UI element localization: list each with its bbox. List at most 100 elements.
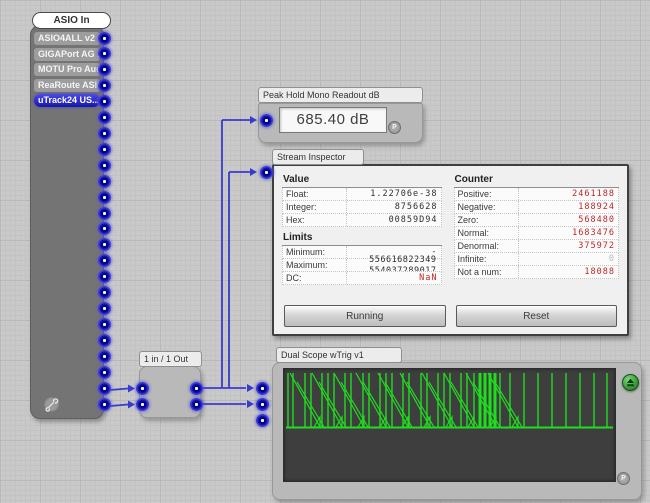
scope-input-port[interactable] xyxy=(256,382,269,395)
asio-output-port[interactable] xyxy=(98,63,111,76)
peak-readout-input-port[interactable] xyxy=(260,114,273,127)
value-row: Float:1.22706e-38 xyxy=(282,188,442,201)
splitter-input-port[interactable] xyxy=(136,382,149,395)
splitter-output-port[interactable] xyxy=(190,382,203,395)
limits-row-value: NaN xyxy=(347,272,438,284)
asio-output-port[interactable] xyxy=(98,207,111,220)
dual-scope-title[interactable]: Dual Scope wTrig v1 xyxy=(276,347,402,363)
inspector-left-column: Value Float:1.22706e-38Integer:8756628He… xyxy=(282,173,442,285)
eject-icon xyxy=(623,375,638,390)
asio-output-port[interactable] xyxy=(98,318,111,331)
asio-device-item[interactable]: ReaRoute ASIO xyxy=(34,79,100,92)
asio-output-port[interactable] xyxy=(98,334,111,347)
splitter-title[interactable]: 1 in / 1 Out xyxy=(139,351,202,367)
value-row-value: 8756628 xyxy=(347,201,438,213)
counter-row: Positive:2461188 xyxy=(454,188,619,201)
asio-in-module[interactable]: ASIO4ALL v2 GIGAPort AG ... MOTU Pro Audio… xyxy=(30,25,104,419)
trigger-indicator-icon[interactable] xyxy=(622,374,639,391)
asio-output-port[interactable] xyxy=(98,398,111,411)
counter-row-label: Negative: xyxy=(458,201,519,213)
counter-row-value: 0 xyxy=(519,253,615,265)
counter-row-label: Positive: xyxy=(458,188,519,200)
scope-params-badge[interactable]: P xyxy=(617,472,630,485)
asio-device-item[interactable]: GIGAPort AG ... xyxy=(34,48,100,61)
counter-row: Normal:1683476 xyxy=(454,227,619,240)
counter-row-value: 568480 xyxy=(519,214,615,226)
scope-display xyxy=(283,368,616,482)
asio-output-port[interactable] xyxy=(98,366,111,379)
asio-output-port[interactable] xyxy=(98,175,111,188)
value-row-label: Hex: xyxy=(286,214,347,226)
counter-row: Denormal:375972 xyxy=(454,240,619,253)
asio-output-port[interactable] xyxy=(98,270,111,283)
limits-section-header: Limits xyxy=(282,231,442,246)
running-button[interactable]: Running xyxy=(284,305,446,327)
asio-in-title[interactable]: ASIO In xyxy=(32,12,111,29)
counter-row-value: 2461188 xyxy=(519,188,615,200)
asio-output-port[interactable] xyxy=(98,143,111,156)
wrench-glyph xyxy=(44,397,59,412)
peak-readout-title[interactable]: Peak Hold Mono Readout dB xyxy=(258,87,423,103)
counter-row-value: 1683476 xyxy=(519,227,615,239)
counter-row-label: Denormal: xyxy=(458,240,519,252)
stream-inspector-title[interactable]: Stream Inspector xyxy=(272,149,364,165)
value-row: Integer:8756628 xyxy=(282,201,442,214)
scope-input-port[interactable] xyxy=(256,398,269,411)
asio-output-port[interactable] xyxy=(98,79,111,92)
stream-inspector-input-port[interactable] xyxy=(260,166,273,179)
counter-row-label: Not a num: xyxy=(458,266,519,278)
counter-row: Infinite:0 xyxy=(454,253,619,266)
splitter-input-port[interactable] xyxy=(136,398,149,411)
counter-row-value: 18088 xyxy=(519,266,615,278)
limits-row: DC:NaN xyxy=(282,272,442,285)
limits-row: Minimum:-556616822349 xyxy=(282,246,442,259)
asio-device-item[interactable]: ASIO4ALL v2 xyxy=(34,32,100,45)
asio-output-port[interactable] xyxy=(98,95,111,108)
splitter-output-port[interactable] xyxy=(190,398,203,411)
asio-output-port[interactable] xyxy=(98,382,111,395)
counter-row-label: Zero: xyxy=(458,214,519,226)
reset-button[interactable]: Reset xyxy=(456,305,618,327)
asio-output-port[interactable] xyxy=(98,32,111,45)
patch-canvas[interactable]: ASIO4ALL v2 GIGAPort AG ... MOTU Pro Audio… xyxy=(0,0,650,503)
scope-input-port[interactable] xyxy=(256,414,269,427)
asio-output-port[interactable] xyxy=(98,286,111,299)
value-row-value: 00859D94 xyxy=(347,214,438,226)
peak-params-badge[interactable]: P xyxy=(388,121,401,134)
asio-output-port[interactable] xyxy=(98,222,111,235)
asio-output-port[interactable] xyxy=(98,254,111,267)
scope-waveform xyxy=(284,369,615,481)
asio-output-port[interactable] xyxy=(98,159,111,172)
counter-row-value: 188924 xyxy=(519,201,615,213)
asio-output-port[interactable] xyxy=(98,238,111,251)
value-row: Hex:00859D94 xyxy=(282,214,442,227)
value-row-label: Float: xyxy=(286,188,347,200)
counter-row: Negative:188924 xyxy=(454,201,619,214)
asio-output-port[interactable] xyxy=(98,191,111,204)
asio-output-port[interactable] xyxy=(98,127,111,140)
limits-row-label: Minimum: xyxy=(286,246,347,258)
asio-output-port[interactable] xyxy=(98,350,111,363)
wrench-icon[interactable] xyxy=(44,397,59,412)
value-row-value: 1.22706e-38 xyxy=(347,188,438,200)
asio-device-item-selected[interactable]: uTrack24 US... xyxy=(34,94,100,107)
peak-readout-display: 685.40 dB xyxy=(279,107,387,133)
limits-row-label: Maximum: xyxy=(286,259,347,271)
limits-row-label: DC: xyxy=(286,272,347,284)
counter-row: Zero:568480 xyxy=(454,214,619,227)
inspector-right-column: Counter Positive:2461188Negative:188924Z… xyxy=(454,173,619,285)
asio-device-list: ASIO4ALL v2 GIGAPort AG ... MOTU Pro Audio… xyxy=(34,32,100,110)
counter-section-header: Counter xyxy=(454,173,619,188)
counter-row-label: Normal: xyxy=(458,227,519,239)
limits-row-overflow-value: 556616822349 xyxy=(369,255,436,265)
asio-device-item[interactable]: MOTU Pro Audio xyxy=(34,63,100,76)
counter-row: Not a num:18088 xyxy=(454,266,619,279)
asio-output-port[interactable] xyxy=(98,111,111,124)
stream-inspector-panel[interactable]: Value Float:1.22706e-38Integer:8756628He… xyxy=(272,164,629,336)
asio-output-port[interactable] xyxy=(98,47,111,60)
value-row-label: Integer: xyxy=(286,201,347,213)
asio-output-port[interactable] xyxy=(98,302,111,315)
value-section-header: Value xyxy=(282,173,442,188)
counter-row-label: Infinite: xyxy=(458,253,519,265)
counter-row-value: 375972 xyxy=(519,240,615,252)
